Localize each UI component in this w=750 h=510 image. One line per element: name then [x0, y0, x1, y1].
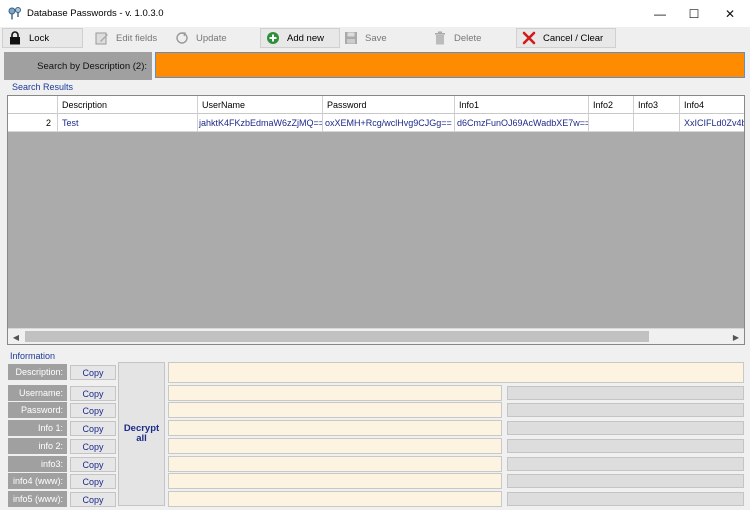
copy-description-button[interactable]: Copy [70, 365, 116, 380]
cell-info3[interactable] [634, 114, 680, 132]
decrypted-username-field [507, 386, 744, 400]
copy-password-button[interactable]: Copy [70, 403, 116, 418]
grid-header-row: Description UserName Password Info1 Info… [8, 96, 744, 114]
app-key-icon [8, 6, 22, 20]
table-row[interactable]: 2 Test jahktK4FKzbEdmaW6zZjMQ== oxXEMH+R… [8, 114, 744, 132]
trash-icon [433, 31, 447, 45]
info2-field[interactable] [168, 438, 502, 454]
decrypted-info2-field [507, 439, 744, 453]
description-label: Description: [8, 364, 67, 380]
title-bar: Database Passwords - v. 1.0.3.0 — ☐ ✕ [0, 0, 750, 27]
delete-label: Delete [454, 32, 482, 44]
info5-field[interactable] [168, 491, 502, 507]
cell-info2[interactable] [589, 114, 634, 132]
lock-label: Lock [29, 32, 50, 44]
cell-info1[interactable]: d6CmzFunOJ69AcWadbXE7w== [455, 114, 589, 132]
info4-label: info4 (www): [8, 473, 67, 489]
search-label: Search by Description (2): [4, 52, 152, 80]
row-number: 2 [8, 114, 58, 132]
cell-description[interactable]: Test [58, 114, 198, 132]
add-new-label: Add new [287, 32, 324, 44]
column-header-info3[interactable]: Info3 [634, 96, 680, 114]
info1-field[interactable] [168, 420, 502, 436]
cell-info4[interactable]: XxICIFLd0Zv4b0 [680, 114, 744, 132]
copy-info5-button[interactable]: Copy [70, 492, 116, 507]
window-title: Database Passwords - v. 1.0.3.0 [27, 8, 164, 19]
info4-field[interactable] [168, 473, 502, 489]
cancel-clear-label: Cancel / Clear [543, 32, 604, 44]
save-button[interactable]: Save [339, 28, 424, 48]
decrypted-info1-field [507, 421, 744, 435]
toolbar: Lock Edit fields Update Add new Save Del… [0, 27, 750, 50]
copy-info4-button[interactable]: Copy [70, 474, 116, 489]
update-label: Update [196, 32, 227, 44]
row-header-corner [8, 96, 58, 114]
password-field[interactable] [168, 402, 502, 418]
copy-info1-button[interactable]: Copy [70, 421, 116, 436]
decrypted-info5-field [507, 492, 744, 506]
scroll-right-arrow-icon[interactable]: ▶ [728, 329, 744, 344]
add-new-button[interactable]: Add new [260, 28, 340, 48]
column-header-info4[interactable]: Info4 [680, 96, 744, 114]
delete-button[interactable]: Delete [428, 28, 514, 48]
floppy-disk-icon [344, 31, 358, 45]
info3-field[interactable] [168, 456, 502, 472]
copy-info3-button[interactable]: Copy [70, 457, 116, 472]
lock-button[interactable]: Lock [2, 28, 83, 48]
close-button[interactable]: ✕ [712, 0, 748, 27]
decrypted-info3-field [507, 457, 744, 471]
edit-fields-label: Edit fields [116, 32, 158, 44]
search-results-label: Search Results [12, 82, 74, 92]
copy-username-button[interactable]: Copy [70, 386, 116, 401]
results-grid[interactable]: Description UserName Password Info1 Info… [7, 95, 745, 345]
cell-username[interactable]: jahktK4FKzbEdmaW6zZjMQ== [198, 114, 323, 132]
padlock-icon [8, 31, 22, 45]
scroll-left-arrow-icon[interactable]: ◀ [8, 329, 24, 344]
username-label: Username: [8, 385, 67, 401]
decrypted-info4-field [507, 474, 744, 488]
cell-password[interactable]: oxXEMH+Rcg/wclHvg9CJGg== [323, 114, 455, 132]
scrollbar-thumb[interactable] [25, 331, 649, 342]
save-label: Save [365, 32, 387, 44]
maximize-button[interactable]: ☐ [676, 0, 712, 27]
edit-fields-button[interactable]: Edit fields [90, 28, 168, 48]
column-header-info2[interactable]: Info2 [589, 96, 634, 114]
username-field[interactable] [168, 385, 502, 401]
info5-label: info5 (www): [8, 491, 67, 507]
horizontal-scrollbar[interactable]: ◀ ▶ [8, 328, 744, 344]
search-input[interactable] [155, 52, 745, 78]
description-field[interactable] [168, 362, 744, 383]
information-label: Information [10, 351, 56, 361]
cancel-clear-button[interactable]: Cancel / Clear [516, 28, 616, 48]
info2-label: info 2: [8, 438, 67, 454]
refresh-icon [175, 31, 189, 45]
add-circle-icon [266, 31, 280, 45]
decrypt-all-button[interactable]: Decrypt all [118, 362, 165, 506]
column-header-username[interactable]: UserName [198, 96, 323, 114]
copy-info2-button[interactable]: Copy [70, 439, 116, 454]
decrypted-password-field [507, 403, 744, 417]
column-header-info1[interactable]: Info1 [455, 96, 589, 114]
info3-label: info3: [8, 456, 67, 472]
search-row: Search by Description (2): [3, 51, 747, 81]
password-label: Password: [8, 402, 67, 418]
minimize-button[interactable]: — [642, 0, 678, 27]
red-x-icon [522, 31, 536, 45]
update-button[interactable]: Update [170, 28, 255, 48]
info1-label: Info 1: [8, 420, 67, 436]
column-header-description[interactable]: Description [58, 96, 198, 114]
edit-icon [95, 31, 109, 45]
column-header-password[interactable]: Password [323, 96, 455, 114]
